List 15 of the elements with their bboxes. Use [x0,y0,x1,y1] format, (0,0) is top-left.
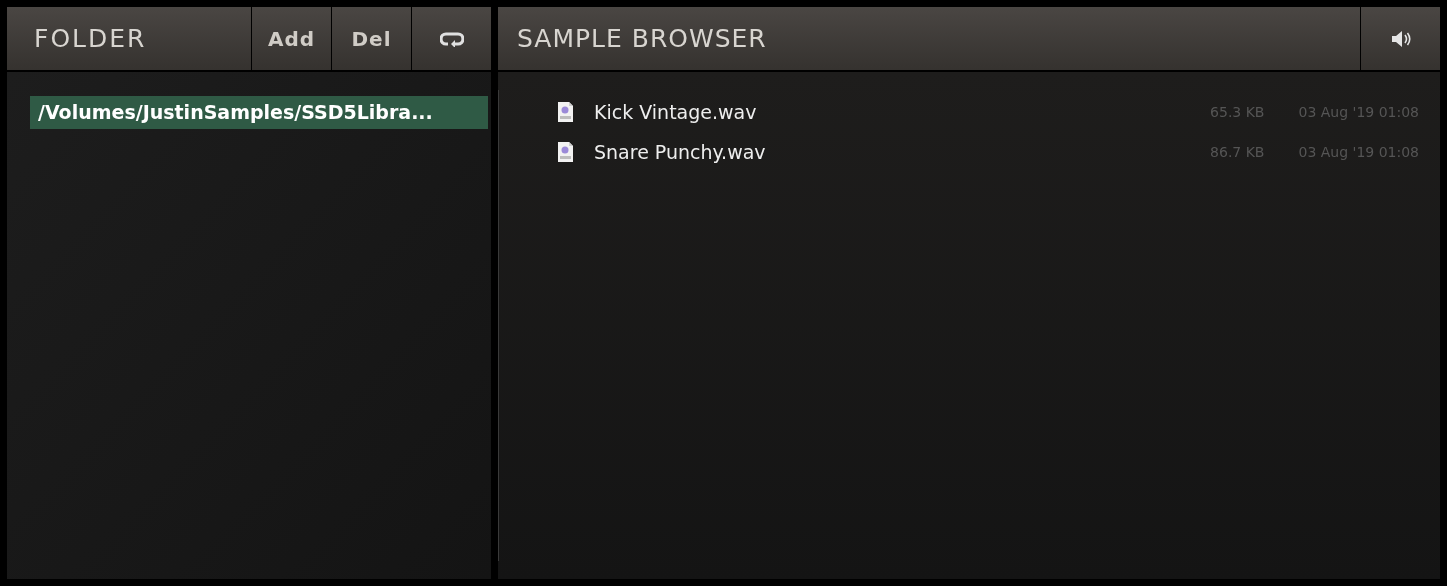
audio-file-icon [557,141,574,163]
folder-item[interactable]: /Volumes/JustinSamples/SSD5Libra... [30,96,488,129]
file-size: 65.3 KB [1210,102,1265,122]
toolbar-button[interactable]: Del [331,7,411,70]
panel-title: FOLDER [33,22,148,55]
file-name[interactable]: Kick Vintage.wav [594,97,1211,127]
file-date: 03 Aug '19 01:08 [1298,142,1419,162]
speaker-icon [1390,29,1411,48]
toolbar-button[interactable]: Add [251,7,331,70]
panel-title: SAMPLE BROWSER [516,22,768,55]
loop-icon [439,30,464,47]
audio-file-icon [557,101,574,123]
file-date: 03 Aug '19 01:08 [1298,102,1419,122]
file-size: 86.7 KB [1210,142,1265,162]
file-name[interactable]: Snare Punchy.wav [594,137,1211,167]
